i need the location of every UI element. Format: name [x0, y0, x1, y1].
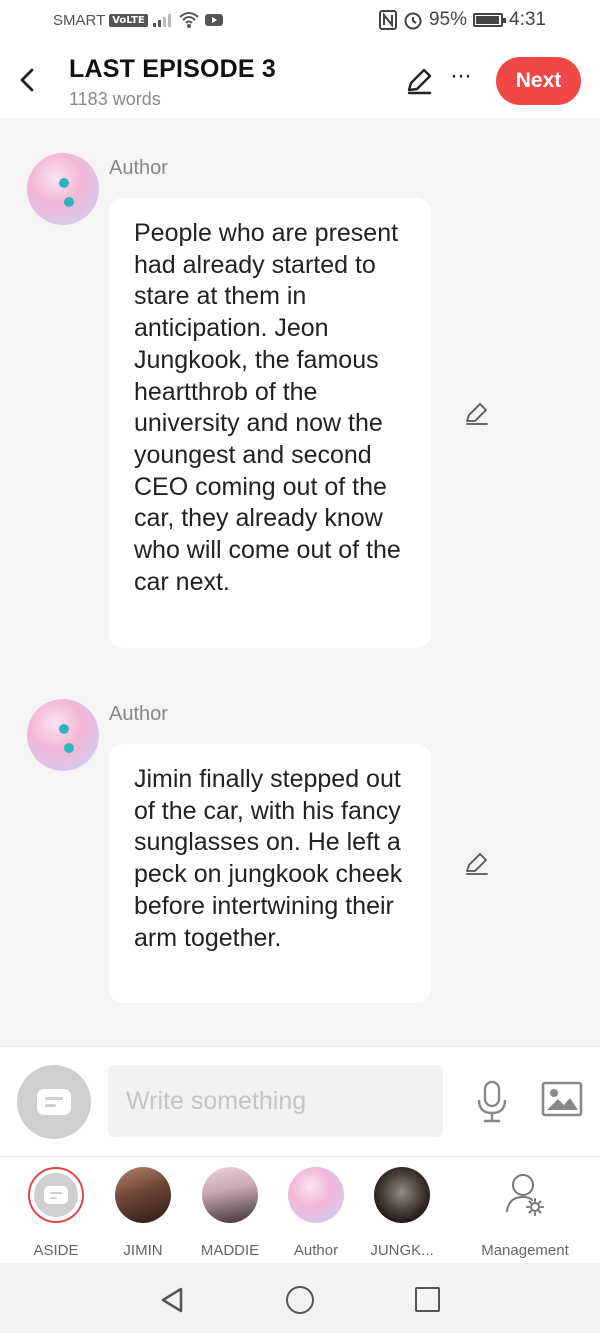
status-right: 95% 4:31	[378, 9, 546, 31]
status-bar: SMART VoLTE 95% 4:31	[0, 0, 600, 44]
message-bubble[interactable]: People who are present had already start…	[109, 198, 431, 648]
chat-bubble-icon	[44, 1186, 68, 1204]
aside-toggle-button[interactable]	[17, 1065, 91, 1139]
volte-badge: VoLTE	[109, 13, 148, 27]
battery-icon	[473, 13, 507, 27]
nfc-icon	[378, 10, 397, 30]
carrier-label: SMART	[53, 11, 106, 29]
avatar	[202, 1167, 258, 1223]
nav-home-icon[interactable]	[286, 1286, 314, 1314]
author-avatar[interactable]	[27, 699, 99, 771]
role-label: JIMIN	[123, 1242, 163, 1259]
back-arrow-icon[interactable]	[14, 64, 42, 96]
role-selector: ASIDE JIMIN MADDIE Author JUNGK... Manag…	[0, 1156, 600, 1263]
role-label: JUNGK...	[370, 1242, 434, 1259]
role-aside[interactable]: ASIDE	[11, 1167, 101, 1259]
chat-bubble-icon	[37, 1089, 71, 1115]
role-jimin[interactable]: JIMIN	[98, 1167, 188, 1259]
message-author-name: Author	[109, 703, 168, 725]
word-count: 1183 words	[69, 89, 161, 109]
aside-avatar	[28, 1167, 84, 1223]
status-left: SMART VoLTE	[53, 11, 224, 29]
person-settings-icon	[497, 1167, 553, 1223]
role-label: ASIDE	[33, 1242, 79, 1259]
battery-percent: 95%	[428, 9, 468, 30]
message-author-name: Author	[109, 157, 168, 179]
next-button[interactable]: Next	[496, 57, 581, 105]
nav-back-icon[interactable]	[159, 1286, 185, 1314]
microphone-icon[interactable]	[474, 1079, 510, 1125]
episode-header: LAST EPISODE 3 1183 words ··· Next	[0, 44, 600, 118]
more-options-icon[interactable]: ···	[450, 62, 472, 90]
author-avatar[interactable]	[27, 153, 99, 225]
nav-recent-apps-icon[interactable]	[415, 1287, 440, 1312]
avatar	[115, 1167, 171, 1223]
message-composer	[0, 1046, 600, 1156]
alarm-icon	[404, 12, 422, 30]
message-list: Author People who are present had alread…	[0, 118, 600, 1046]
message-input[interactable]	[108, 1065, 443, 1137]
role-label: Management	[481, 1242, 569, 1259]
role-jungkook[interactable]: JUNGK...	[357, 1167, 447, 1259]
wifi-icon	[179, 12, 199, 28]
avatar	[288, 1167, 344, 1223]
role-author[interactable]: Author	[271, 1167, 361, 1259]
clock: 4:31	[509, 9, 546, 30]
episode-title: LAST EPISODE 3	[69, 55, 277, 83]
edit-message-icon[interactable]	[464, 851, 490, 877]
battery-fill	[476, 16, 499, 24]
role-management[interactable]: Management	[470, 1167, 580, 1259]
role-maddie[interactable]: MADDIE	[185, 1167, 275, 1259]
edit-message-icon[interactable]	[464, 401, 490, 427]
avatar	[374, 1167, 430, 1223]
role-label: Author	[293, 1242, 339, 1259]
signal-icon	[152, 14, 171, 27]
youtube-icon	[204, 14, 223, 26]
role-label: MADDIE	[200, 1242, 260, 1259]
message-bubble[interactable]: Jimin finally stepped out of the car, wi…	[109, 744, 431, 1003]
image-upload-icon[interactable]	[541, 1081, 583, 1117]
edit-title-icon[interactable]	[404, 66, 434, 96]
system-nav-bar	[0, 1263, 600, 1333]
